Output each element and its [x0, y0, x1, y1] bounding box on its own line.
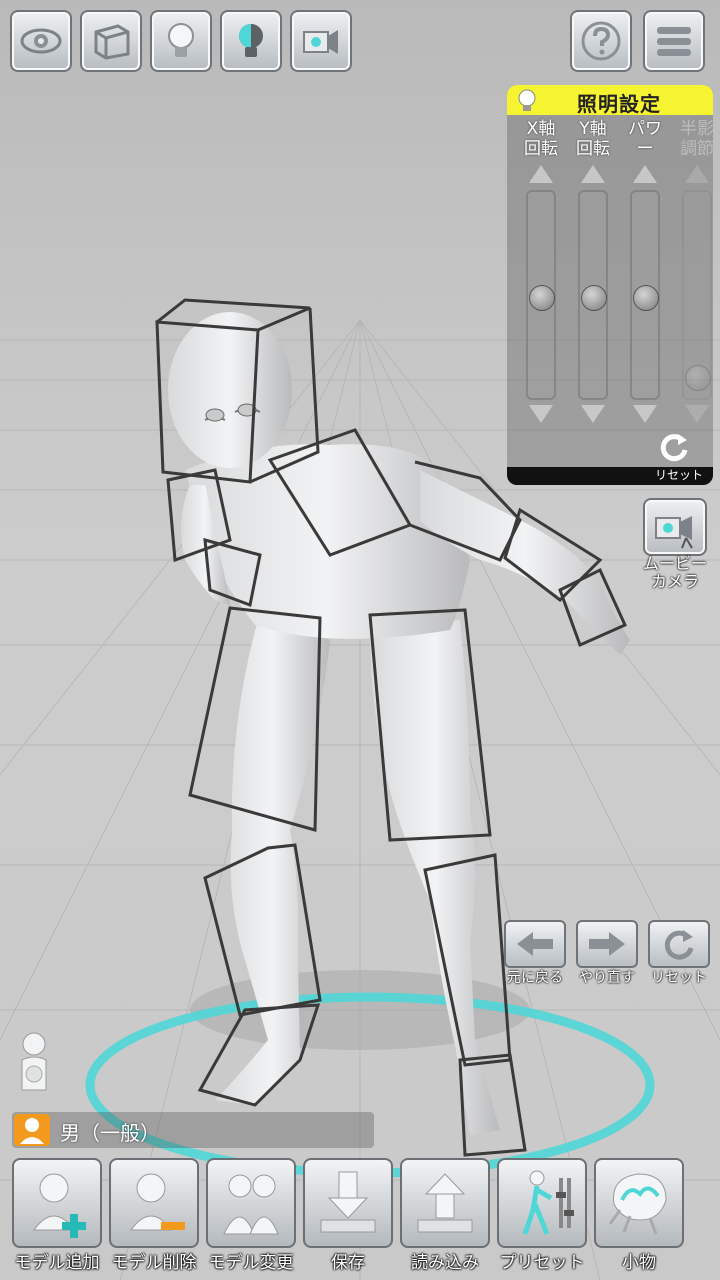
- arrow-left-icon: [517, 932, 553, 956]
- props-icon: [608, 1173, 667, 1235]
- lighting-panel-title: 照明設定: [577, 92, 661, 116]
- menu-icon: [657, 27, 691, 56]
- light-settings-button[interactable]: [220, 10, 282, 72]
- model-name: 男（一般）: [60, 1121, 160, 1145]
- slider-label: 半影 調節: [680, 119, 713, 159]
- slider-up-arrow-icon[interactable]: [529, 165, 553, 183]
- add-model-label: モデル追加: [14, 1253, 100, 1273]
- arrow-right-icon: [589, 932, 625, 956]
- lightbulb-icon: [168, 23, 194, 57]
- save-icon: [320, 1171, 376, 1233]
- remove-model-label: モデル削除: [111, 1253, 197, 1273]
- slider-knob[interactable]: [529, 285, 555, 311]
- pose-reset-button[interactable]: [648, 920, 710, 968]
- change-model-button[interactable]: [206, 1158, 296, 1248]
- model-list-icon[interactable]: [14, 1030, 54, 1100]
- slider-down-arrow-icon[interactable]: [529, 405, 553, 423]
- menu-button[interactable]: [643, 10, 705, 72]
- help-icon: [581, 21, 621, 61]
- help-button[interactable]: [570, 10, 632, 72]
- light-button[interactable]: [150, 10, 212, 72]
- redo-label: やり直す: [579, 970, 635, 986]
- change-model-label: モデル変更: [208, 1253, 294, 1273]
- undo-label: 元に戻る: [507, 970, 563, 986]
- eye-icon: [20, 28, 62, 54]
- slider-down-arrow-icon[interactable]: [633, 405, 657, 423]
- slider-track[interactable]: [578, 190, 608, 400]
- reset-icon[interactable]: [657, 430, 691, 464]
- slider-down-arrow-icon[interactable]: [581, 405, 605, 423]
- redo-button[interactable]: [576, 920, 638, 968]
- preset-icon: [522, 1170, 574, 1235]
- view-toggle-button[interactable]: [10, 10, 72, 72]
- reset-icon: [664, 930, 694, 960]
- slider-label: パワ ー: [628, 119, 662, 159]
- movie-camera-label: ムービー カメラ: [642, 554, 707, 591]
- slider-up-arrow-icon[interactable]: [581, 165, 605, 183]
- slider-knob[interactable]: [581, 285, 607, 311]
- lighting-reset-label[interactable]: リセット: [655, 466, 703, 483]
- lightbulb-half-icon: [239, 24, 263, 57]
- slider-knob: [685, 365, 711, 391]
- load-label: 読み込み: [411, 1253, 479, 1273]
- save-button[interactable]: [303, 1158, 393, 1248]
- slider-knob[interactable]: [633, 285, 659, 311]
- slider-up-arrow-icon[interactable]: [633, 165, 657, 183]
- cube-frame-icon: [94, 24, 130, 60]
- camera-button[interactable]: [290, 10, 352, 72]
- save-label: 保存: [331, 1253, 365, 1273]
- slider-label: X軸 回転: [524, 119, 558, 159]
- add-model-button[interactable]: [12, 1158, 102, 1248]
- slider-up-arrow-icon: [685, 165, 709, 183]
- lighting-panel-header: 照明設定: [507, 85, 713, 116]
- movie-camera-icon: [655, 516, 693, 549]
- camera-icon: [303, 30, 338, 54]
- props-button[interactable]: [594, 1158, 684, 1248]
- props-label: 小物: [622, 1253, 656, 1273]
- slider-track: [682, 190, 712, 400]
- preset-label: プリセット: [499, 1253, 585, 1273]
- slider-down-arrow-icon: [685, 405, 709, 423]
- lightbulb-icon: [518, 89, 536, 111]
- current-model-bar[interactable]: 男（一般）: [12, 1112, 374, 1148]
- undo-button[interactable]: [504, 920, 566, 968]
- pose-reset-label: リセット: [651, 970, 707, 986]
- load-button[interactable]: [400, 1158, 490, 1248]
- add-model-icon: [33, 1173, 86, 1238]
- lighting-settings-panel: 照明設定 X軸 回転 Y軸 回転 パワ ー半影 調節 リセット: [507, 85, 713, 485]
- movie-camera-button[interactable]: [643, 498, 707, 556]
- change-model-icon: [223, 1174, 279, 1235]
- preset-button[interactable]: [497, 1158, 587, 1248]
- remove-model-button[interactable]: [109, 1158, 199, 1248]
- slider-track[interactable]: [630, 190, 660, 400]
- frame-toggle-button[interactable]: [80, 10, 142, 72]
- slider-track[interactable]: [526, 190, 556, 400]
- person-icon: [14, 1114, 50, 1146]
- remove-model-icon: [130, 1173, 185, 1231]
- load-icon: [417, 1173, 473, 1233]
- slider-label: Y軸 回転: [576, 119, 610, 159]
